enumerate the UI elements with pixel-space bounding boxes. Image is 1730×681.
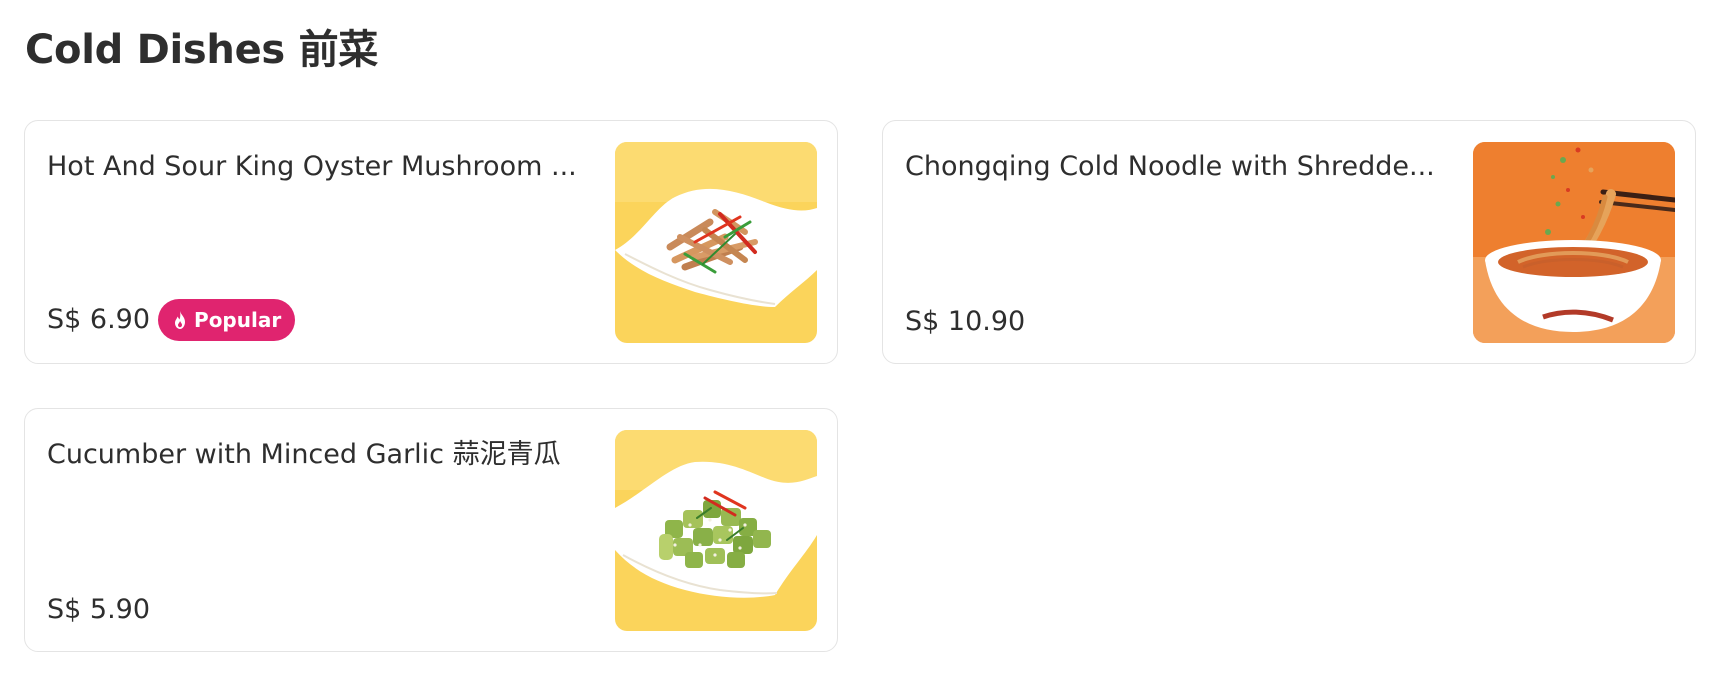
dish-price: S$ 10.90: [905, 306, 1026, 337]
dish-name: Chongqing Cold Noodle with Shredde...: [905, 151, 1435, 182]
section-title: Cold Dishes 前菜: [25, 27, 378, 73]
price-row: S$ 5.90: [47, 591, 150, 629]
dish-image: [1473, 142, 1675, 343]
badge-label: Popular: [194, 308, 282, 332]
flame-icon: [172, 310, 188, 330]
price-row: S$ 10.90: [905, 303, 1025, 341]
menu-item-card[interactable]: Chongqing Cold Noodle with Shredde... S$…: [882, 120, 1696, 364]
dish-image: [615, 430, 817, 631]
dish-price: S$ 5.90: [47, 594, 151, 625]
menu-item-card[interactable]: Hot And Sour King Oyster Mushroom ... S$…: [24, 120, 838, 364]
dish-name: Hot And Sour King Oyster Mushroom ...: [47, 151, 577, 182]
popular-badge: Popular: [158, 299, 296, 341]
dish-image: [615, 142, 817, 343]
dish-price: S$ 6.90: [47, 304, 151, 335]
menu-item-card[interactable]: Cucumber with Minced Garlic 蒜泥青瓜 S$ 5.90: [24, 408, 838, 652]
price-row: S$ 6.90 Popular: [47, 299, 296, 341]
dish-name: Cucumber with Minced Garlic 蒜泥青瓜: [47, 439, 561, 470]
